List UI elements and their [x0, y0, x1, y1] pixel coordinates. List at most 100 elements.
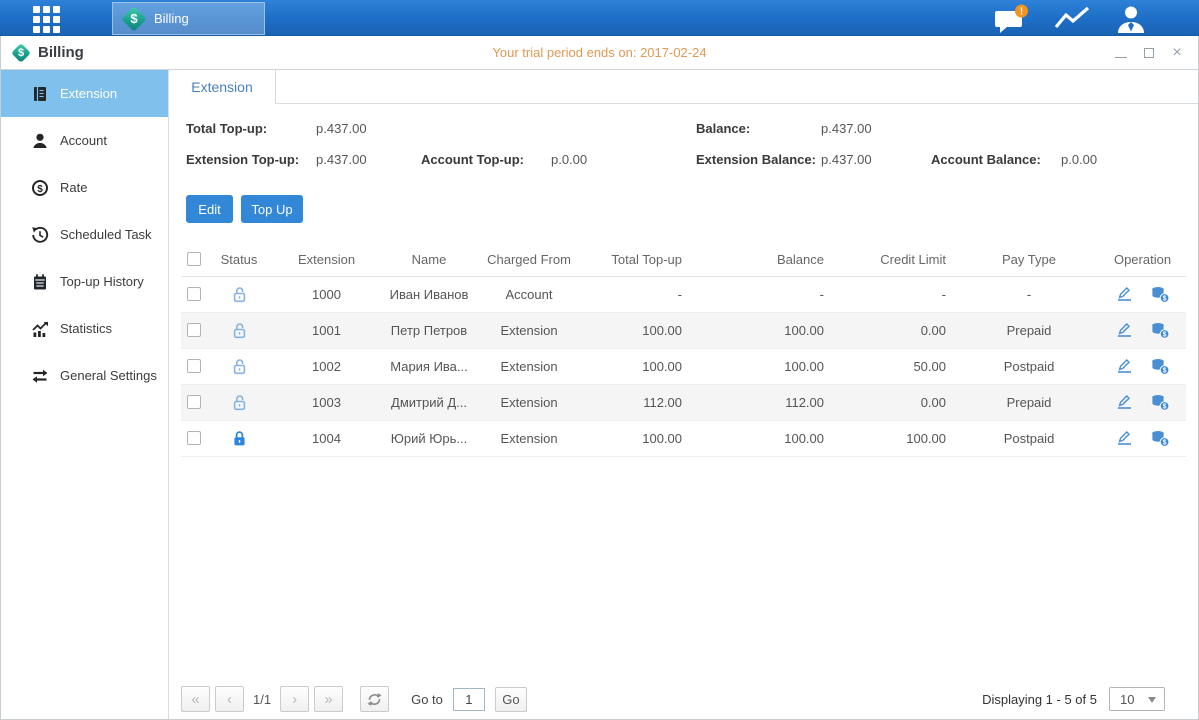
cell-name: Иван Иванов	[384, 276, 474, 312]
sidebar-item-general-settings[interactable]: General Settings	[1, 352, 168, 399]
sidebar-item-topup-history[interactable]: Top-up History	[1, 258, 168, 305]
table-row[interactable]: 1001 Петр Петров Extension 100.00 100.00…	[181, 312, 1186, 348]
row-checkbox[interactable]	[187, 323, 201, 337]
cell-credit-limit: 0.00	[829, 384, 959, 420]
sidebar-item-account[interactable]: Account	[1, 117, 168, 164]
history-clock-icon	[31, 226, 49, 244]
row-topup-icon[interactable]: $	[1150, 286, 1170, 303]
table-row[interactable]: 1000 Иван Иванов Account - - - - $	[181, 276, 1186, 312]
sidebar-item-rate[interactable]: $ Rate	[1, 164, 168, 211]
svg-text:$: $	[1162, 403, 1166, 410]
sidebar-item-extension[interactable]: Extension	[1, 70, 168, 117]
close-button[interactable]: ×	[1170, 46, 1184, 60]
table-header-row: Status Extension Name Charged From Total…	[181, 243, 1186, 276]
edit-button[interactable]: Edit	[186, 195, 233, 223]
page-size-value: 10	[1120, 692, 1134, 707]
lock-open-icon	[209, 394, 269, 411]
cell-total-topup: 100.00	[584, 420, 694, 456]
cell-name: Петр Петров	[384, 312, 474, 348]
apps-grid-icon[interactable]	[33, 6, 60, 33]
sidebar-item-scheduled-task[interactable]: Scheduled Task	[1, 211, 168, 258]
total-topup-label: Total Top-up:	[186, 121, 267, 136]
window-title: Billing	[38, 44, 84, 61]
window-titlebar: $ Billing Your trial period ends on: 201…	[1, 36, 1198, 70]
row-checkbox[interactable]	[187, 395, 201, 409]
table-row[interactable]: 1002 Мария Ива... Extension 100.00 100.0…	[181, 348, 1186, 384]
bar-chart-icon	[31, 320, 49, 338]
col-operation: Operation	[1099, 243, 1186, 276]
trial-notice: Your trial period ends on: 2017-02-24	[1, 45, 1198, 60]
cell-extension: 1003	[269, 384, 384, 420]
account-topup-value: p.0.00	[551, 152, 587, 167]
last-page-button[interactable]: »	[314, 686, 343, 712]
row-edit-icon[interactable]	[1116, 394, 1133, 410]
cell-extension: 1004	[269, 420, 384, 456]
row-topup-icon[interactable]: $	[1150, 430, 1170, 447]
select-all-checkbox[interactable]	[187, 252, 201, 266]
sidebar-item-label: General Settings	[60, 368, 157, 383]
cell-total-topup: 100.00	[584, 348, 694, 384]
col-total-topup: Total Top-up	[584, 243, 694, 276]
user-account-icon[interactable]	[1114, 4, 1148, 39]
extension-topup-label: Extension Top-up:	[186, 152, 299, 167]
person-icon	[31, 132, 49, 150]
cell-pay-type: -	[959, 276, 1099, 312]
col-charged-from: Charged From	[474, 243, 584, 276]
row-checkbox[interactable]	[187, 287, 201, 301]
displaying-text: Displaying 1 - 5 of 5	[982, 692, 1097, 707]
next-page-button[interactable]: ›	[280, 686, 309, 712]
row-edit-icon[interactable]	[1116, 322, 1133, 338]
row-topup-icon[interactable]: $	[1150, 394, 1170, 411]
notifications-chat-icon[interactable]: !	[992, 4, 1030, 39]
table-row[interactable]: 1004 Юрий Юрь... Extension 100.00 100.00…	[181, 420, 1186, 456]
prev-page-button[interactable]: ‹	[215, 686, 244, 712]
sidebar-item-statistics[interactable]: Statistics	[1, 305, 168, 352]
refresh-button[interactable]	[360, 686, 389, 712]
cell-credit-limit: -	[829, 276, 959, 312]
row-checkbox[interactable]	[187, 359, 201, 373]
svg-text:$: $	[37, 183, 43, 194]
minimize-button[interactable]	[1114, 46, 1128, 60]
col-status: Status	[209, 243, 269, 276]
cell-balance: -	[694, 276, 829, 312]
line-chart-icon[interactable]	[1053, 4, 1093, 39]
cell-name: Юрий Юрь...	[384, 420, 474, 456]
page-indicator: 1/1	[253, 692, 271, 707]
row-edit-icon[interactable]	[1116, 286, 1133, 302]
col-extension: Extension	[269, 243, 384, 276]
first-page-button[interactable]: «	[181, 686, 210, 712]
row-topup-icon[interactable]: $	[1150, 322, 1170, 339]
page-size-select[interactable]: 10	[1109, 687, 1165, 711]
cell-pay-type: Postpaid	[959, 348, 1099, 384]
extension-topup-value: p.437.00	[316, 152, 367, 167]
cell-charged-from: Extension	[474, 348, 584, 384]
taskbar: $ Billing !	[0, 0, 1199, 36]
top-up-button[interactable]: Top Up	[241, 195, 303, 223]
cell-balance: 112.00	[694, 384, 829, 420]
sidebar-item-label: Extension	[60, 86, 117, 101]
extension-balance-label: Extension Balance:	[696, 152, 816, 167]
row-checkbox[interactable]	[187, 431, 201, 445]
col-name: Name	[384, 243, 474, 276]
svg-text:$: $	[1162, 295, 1166, 302]
taskbar-tab-label: Billing	[154, 11, 189, 26]
col-pay-type: Pay Type	[959, 243, 1099, 276]
cell-balance: 100.00	[694, 348, 829, 384]
cell-pay-type: Postpaid	[959, 420, 1099, 456]
taskbar-billing-tab[interactable]: $ Billing	[112, 2, 265, 35]
goto-page-input[interactable]	[453, 688, 485, 711]
row-edit-icon[interactable]	[1116, 358, 1133, 374]
pagination-bar: « ‹ 1/1 › » Go to Go	[181, 685, 527, 713]
row-topup-icon[interactable]: $	[1150, 358, 1170, 375]
go-button[interactable]: Go	[495, 687, 527, 712]
extension-balance-value: p.437.00	[821, 152, 872, 167]
dollar-circle-icon: $	[31, 179, 49, 197]
total-topup-value: p.437.00	[316, 121, 367, 136]
maximize-button[interactable]	[1142, 46, 1156, 60]
row-edit-icon[interactable]	[1116, 430, 1133, 446]
table-row[interactable]: 1003 Дмитрий Д... Extension 112.00 112.0…	[181, 384, 1186, 420]
cell-extension: 1001	[269, 312, 384, 348]
cell-balance: 100.00	[694, 312, 829, 348]
tab-bar: Extension	[169, 70, 1198, 104]
tab-extension[interactable]: Extension	[169, 70, 276, 104]
